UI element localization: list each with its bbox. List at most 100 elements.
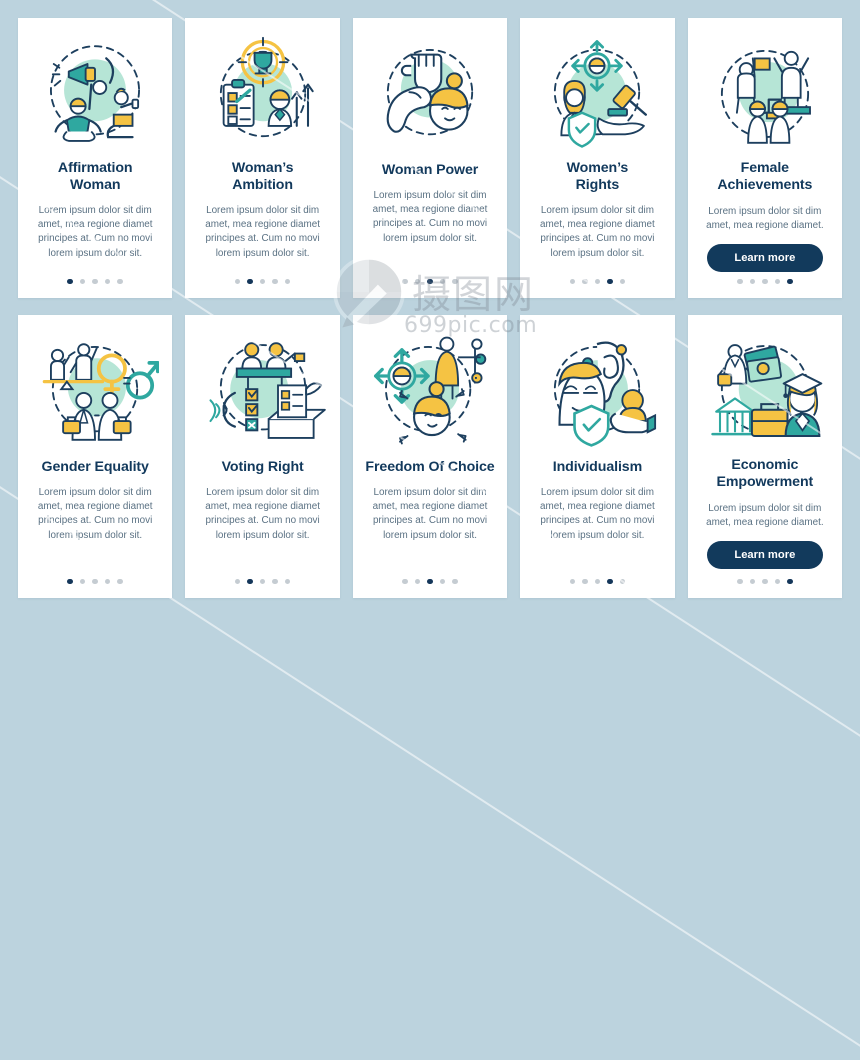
pagination-dot[interactable] [117,278,123,284]
pagination-dot[interactable] [737,278,743,284]
pagination-dot[interactable] [234,278,241,284]
pagination-dot[interactable] [234,578,241,584]
pagination-dot[interactable] [284,278,291,284]
pagination-dot[interactable] [619,578,626,584]
onboarding-card-womens-rights[interactable]: Women’s Rights Lorem ipsum dolor sit dim … [520,18,675,298]
pagination-dot[interactable] [402,578,408,584]
pagination-dot[interactable] [402,278,408,284]
pagination-dot[interactable] [259,578,266,584]
arrows-choice-woman-icon [366,331,494,451]
pagination-dot-active[interactable] [427,578,433,584]
pagination-dot[interactable] [104,578,111,584]
onboarding-card-economic-empowerment[interactable]: Economic Empowerment Lorem ipsum dolor si… [687,315,843,598]
pagination-dot-active[interactable] [247,278,253,284]
fist-muscle-woman-icon [366,34,494,154]
pagination-dot-active[interactable] [787,578,793,584]
pagination-dot[interactable] [284,578,291,584]
pagination-dot-active[interactable] [67,278,73,284]
megaphone-woman-dumbbell-icon [31,34,159,154]
pagination-dots[interactable] [185,578,339,584]
pagination-dots[interactable] [353,578,507,584]
pagination-dot[interactable] [594,278,601,284]
card-description: Lorem ipsum dolor sit dim amet, mea regi… [37,487,153,541]
onboarding-card-womans-ambition[interactable]: Woman’s Ambition Lorem ipsum dolor sit di… [185,18,340,298]
pagination-dot[interactable] [749,278,756,284]
pagination-dot[interactable] [762,278,768,284]
pagination-dot[interactable] [104,278,111,284]
card-title: Woman Power [381,162,479,178]
pagination-dot[interactable] [594,578,601,584]
card-title: Freedom Of Choice [365,459,495,475]
pagination-dots[interactable] [688,278,842,284]
pagination-dot-active[interactable] [607,278,613,284]
onboarding-card-voting-right[interactable]: Voting Right Lorem ipsum dolor sit dim am… [185,315,340,598]
pagination-dots[interactable] [185,278,339,284]
pagination-dots[interactable] [18,578,172,584]
onboarding-card-freedom-of-choice[interactable]: Freedom Of Choice Lorem ipsum dolor sit d… [352,315,508,598]
ballot-box-checklist-icon [199,331,327,451]
card-title: Affirmation Woman [57,160,133,193]
card-title: Woman’s Ambition [231,160,294,193]
pagination-dot[interactable] [272,578,278,584]
pagination-dot[interactable] [259,278,266,284]
pagination-dot[interactable] [452,278,458,284]
onboarding-card-affirmation-woman[interactable]: Affirmation Woman Lorem ipsum dolor sit d… [18,18,173,298]
pagination-dot-active[interactable] [787,278,793,284]
card-description: Lorem ipsum dolor sit dim amet, mea regi… [706,206,824,232]
card-description: Lorem ipsum dolor sit dim amet, mea regi… [540,487,655,541]
pagination-dots[interactable] [353,278,507,284]
card-description: Lorem ipsum dolor sit dim amet, mea regi… [706,503,824,529]
pagination-dot[interactable] [762,578,768,584]
pagination-dot[interactable] [749,578,756,584]
podium-flag-stairs-icon [701,34,829,154]
pagination-dot-active[interactable] [247,578,253,584]
pagination-dot[interactable] [92,578,98,584]
onboarding-card-woman-power[interactable]: Woman Power Lorem ipsum dolor sit dim ame… [352,18,508,298]
card-row-2: Gender Equality Lorem ipsum dolor sit dim… [18,315,843,598]
card-description: Lorem ipsum dolor sit dim amet, mea regi… [37,205,153,259]
pagination-dot[interactable] [79,278,86,284]
card-description: Lorem ipsum dolor sit dim amet, mea regi… [372,190,488,244]
pagination-dot[interactable] [774,578,781,584]
pagination-dot[interactable] [414,578,421,584]
pagination-dot[interactable] [737,578,743,584]
pagination-dot[interactable] [117,578,123,584]
card-description: Lorem ipsum dolor sit dim amet, mea regi… [205,487,320,541]
pagination-dot[interactable] [439,578,446,584]
learn-more-button[interactable]: Learn more [706,541,823,570]
pagination-dot[interactable] [569,278,576,284]
pagination-dot[interactable] [272,278,278,284]
pagination-dot[interactable] [569,578,576,584]
onboarding-card-female-achievements[interactable]: Female Achievements Lorem ipsum dolor sit… [687,18,843,298]
card-title: Female Achievements [717,160,813,193]
pagination-dot[interactable] [582,278,588,284]
pagination-dots[interactable] [520,278,674,284]
pagination-dot-active[interactable] [67,578,73,584]
card-title: Individualism [552,459,643,475]
pagination-dot[interactable] [774,278,781,284]
pagination-dot[interactable] [439,278,446,284]
card-title: Women’s Rights [566,160,629,193]
learn-more-button[interactable]: Learn more [706,244,823,273]
pagination-dot[interactable] [414,278,421,284]
card-description: Lorem ipsum dolor sit dim amet, mea regi… [205,205,320,259]
card-row-1: Affirmation Woman Lorem ipsum dolor sit d… [18,18,843,298]
card-title: Voting Right [221,459,304,475]
pagination-dot[interactable] [582,578,588,584]
pagination-dots[interactable] [520,578,674,584]
ear-shield-hand-icon [533,331,661,451]
pagination-dot-active[interactable] [607,578,613,584]
pagination-dot-active[interactable] [427,278,433,284]
pagination-dot[interactable] [452,578,458,584]
onboarding-card-gender-equality[interactable]: Gender Equality Lorem ipsum dolor sit dim… [18,315,173,598]
pagination-dots[interactable] [688,578,842,584]
card-description: Lorem ipsum dolor sit dim amet, mea regi… [372,487,488,541]
onboarding-card-individualism[interactable]: Individualism Lorem ipsum dolor sit dim a… [520,315,675,598]
pagination-dot[interactable] [79,578,86,584]
pagination-dots[interactable] [18,278,172,284]
trophy-target-checklist-icon [199,34,327,154]
pagination-dot[interactable] [619,278,626,284]
gavel-shield-arrows-icon [533,34,661,154]
pagination-dot[interactable] [92,278,98,284]
card-description: Lorem ipsum dolor sit dim amet, mea regi… [540,205,655,259]
